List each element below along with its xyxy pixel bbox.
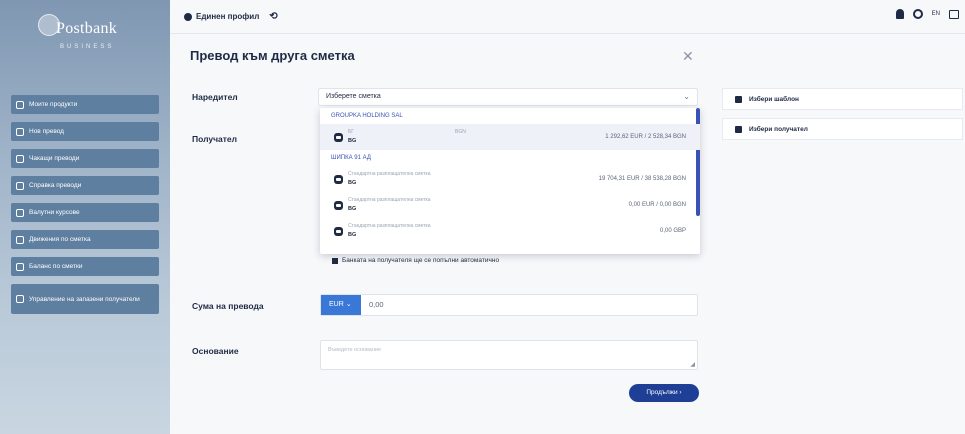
choose-receiver-button[interactable]: Избери получател: [722, 118, 963, 140]
sidebar-item-label: Валутни курсове: [29, 209, 80, 216]
sidebar-item-label: Моите продукти: [29, 101, 78, 108]
sidebar-item-transfer-report[interactable]: Справка преводи: [11, 176, 159, 195]
account-balance: 0,00 GBP: [659, 228, 686, 234]
account-name: Стандартна разплащателна сметка: [348, 171, 431, 177]
sidebar-nav: Моите продукти Нов превод Чакащи преводи…: [11, 95, 159, 322]
sidebar-item-label: Управление на запазени получатели: [29, 295, 140, 303]
choose-template-label: Избери шаблон: [749, 95, 799, 103]
screen-icon[interactable]: [949, 9, 959, 19]
document-icon: [16, 181, 24, 190]
checkbox-icon[interactable]: [332, 257, 338, 264]
sidebar-item-label: Нов превод: [29, 128, 64, 135]
page-title: Превод към друга сметка: [190, 48, 355, 63]
receiver-icon: [735, 125, 742, 133]
sender-select-value: Изберете сметка: [326, 93, 381, 100]
amount-label: Сума на превода: [192, 301, 264, 311]
close-icon[interactable]: ✕: [682, 48, 694, 65]
reason-label: Основание: [192, 346, 239, 356]
account-iban: BG: [348, 206, 357, 212]
sidebar-item-products[interactable]: Моите продукти: [11, 95, 159, 114]
account-option[interactable]: Стандартна разплащателна сметка BG 0,00 …: [320, 218, 700, 244]
amount-field[interactable]: EUR ⌄ 0,00: [320, 294, 698, 316]
account-name: Стандартна разплащателна сметка: [348, 197, 431, 203]
topbar: Единен профил ⟲ EN: [170, 0, 965, 34]
dropdown-group-label: ШИПКА 91 АД: [331, 155, 371, 161]
continue-label: Продължи: [646, 389, 678, 396]
top-actions: EN: [895, 9, 959, 19]
document-icon: [16, 235, 24, 244]
checkbox-label: Банката на получателя ще се попълни авто…: [342, 257, 500, 264]
sidebar-item-rates[interactable]: Валутни курсове: [11, 203, 159, 222]
account-option[interactable]: БГ BG BGN 1 292,62 EUR / 2 528,34 BGN: [320, 124, 700, 150]
sidebar-item-pending[interactable]: Чакащи преводи: [11, 149, 159, 168]
account-name: БГ: [348, 129, 354, 135]
profile-icon: [184, 12, 192, 21]
brand-sub: BUSINESS: [60, 44, 115, 50]
account-iban: BG: [348, 138, 357, 144]
template-icon: [735, 95, 742, 103]
account-balance: 0,00 EUR / 0,00 BGN: [628, 202, 686, 208]
sidebar-item-label: Справка преводи: [29, 182, 82, 189]
sidebar-item-new-transfer[interactable]: Нов превод: [11, 122, 159, 141]
currency-icon: [16, 208, 24, 217]
choose-template-button[interactable]: Избери шаблон: [722, 88, 963, 110]
reason-textarea[interactable]: Въведете основание ◢: [320, 340, 698, 370]
amount-input[interactable]: 0,00: [369, 295, 384, 315]
choose-receiver-label: Избери получател: [749, 125, 808, 133]
account-option[interactable]: Стандартна разплащателна сметка BG 0,00 …: [320, 192, 700, 218]
currency-select[interactable]: EUR ⌄: [321, 295, 361, 315]
clock-icon: [16, 154, 24, 163]
profile-label: Единен профил: [196, 12, 260, 21]
sidebar-item-label: Движения по сметка: [29, 236, 91, 243]
reason-placeholder: Въведете основание: [328, 347, 382, 353]
account-name: Стандартна разплащателна сметка: [348, 223, 431, 229]
account-currency: BGN: [455, 129, 466, 135]
sidebar-item-movements[interactable]: Движения по сметка: [11, 230, 159, 249]
resize-handle-icon[interactable]: ◢: [690, 361, 695, 368]
wallet-icon: [16, 100, 24, 109]
sidebar-item-balance[interactable]: Баланс по сметки: [11, 257, 159, 276]
brand-logo[interactable]: Postbank BUSINESS: [38, 14, 138, 54]
user-icon: [16, 295, 24, 303]
profile-switcher[interactable]: Единен профил ⟲: [184, 11, 278, 22]
receiver-label: Получател: [192, 134, 238, 144]
chevron-down-icon: ⌄: [683, 92, 690, 101]
account-icon: [334, 201, 343, 210]
account-iban: BG: [348, 180, 357, 186]
account-balance: 1 292,62 EUR / 2 528,34 BGN: [605, 134, 686, 140]
sidebar-item-label: Чакащи преводи: [29, 155, 80, 162]
refresh-icon[interactable]: ⟲: [269, 11, 277, 22]
continue-button[interactable]: Продължи ›: [629, 384, 699, 402]
account-iban: BG: [348, 232, 357, 238]
sender-select[interactable]: Изберете сметка ⌄: [318, 88, 698, 106]
account-dropdown[interactable]: GROUPKA HOLDING SAL БГ BG BGN 1 292,62 E…: [320, 108, 700, 254]
account-option[interactable]: Стандартна разплащателна сметка BG 19 70…: [320, 166, 700, 192]
account-icon: [334, 175, 343, 184]
plus-icon: [16, 127, 24, 136]
language-switch[interactable]: EN: [932, 11, 940, 17]
auto-bank-checkbox[interactable]: Банката на получателя ще се попълни авто…: [332, 257, 499, 264]
brand-name: Postbank: [56, 20, 118, 37]
user-icon[interactable]: [912, 9, 923, 19]
bell-icon[interactable]: [895, 9, 904, 19]
sender-label: Наредител: [192, 92, 238, 102]
dropdown-group-label: GROUPKA HOLDING SAL: [331, 113, 403, 119]
account-icon: [334, 133, 343, 142]
sidebar-item-saved-receivers[interactable]: Управление на запазени получатели: [11, 284, 159, 314]
sidebar: Postbank BUSINESS Моите продукти Нов пре…: [0, 0, 170, 434]
sidebar-item-label: Баланс по сметки: [29, 263, 83, 270]
document-icon: [16, 262, 24, 271]
account-balance: 19 704,31 EUR / 38 538,28 BGN: [598, 176, 686, 182]
account-icon: [334, 227, 343, 236]
currency-value: EUR: [329, 301, 344, 308]
